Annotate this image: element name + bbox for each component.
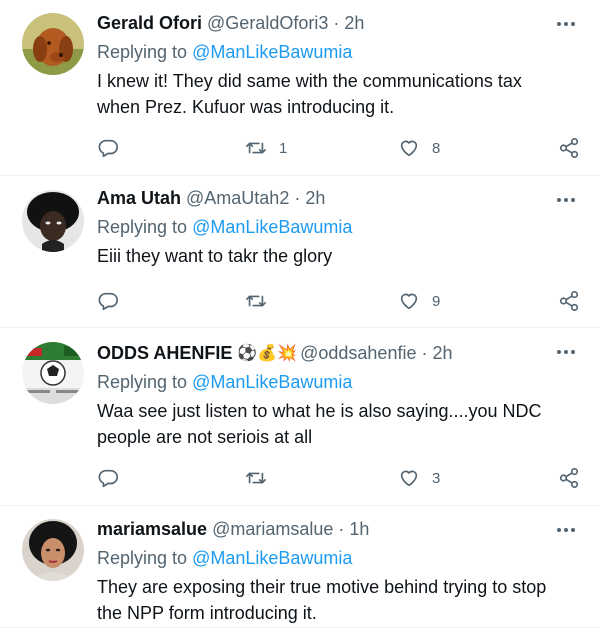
tweet-header: ODDS AHENFIE ⚽💰💥 @oddsahenfie · 2h bbox=[97, 342, 584, 364]
separator-dot: · bbox=[338, 518, 345, 539]
tweet[interactable]: mariamsalue @mariamsalue · 1h Replying t… bbox=[0, 506, 600, 628]
separator-dot: · bbox=[421, 342, 428, 363]
tweet-text: I knew it! They did same with the commun… bbox=[97, 68, 584, 120]
separator-dot: · bbox=[294, 187, 301, 208]
like-button[interactable]: 9 bbox=[398, 290, 440, 312]
share-button[interactable] bbox=[558, 290, 580, 312]
tweet-actions: 9 bbox=[97, 288, 580, 314]
tweet-actions: 3 bbox=[97, 465, 580, 491]
author-handle[interactable]: @GeraldOfori3 bbox=[207, 13, 328, 34]
author-name[interactable]: mariamsalue bbox=[97, 519, 207, 540]
more-options-icon[interactable] bbox=[554, 14, 578, 34]
tweet-text-line: They are exposing their true motive behi… bbox=[97, 577, 547, 597]
reply-button[interactable] bbox=[97, 467, 119, 489]
like-count: 9 bbox=[432, 292, 441, 310]
retweet-icon bbox=[246, 142, 266, 154]
author-name[interactable]: Gerald Ofori bbox=[97, 13, 202, 34]
tweet-text-line: the NPP form introducing it. bbox=[97, 603, 317, 623]
heart-icon bbox=[400, 293, 418, 310]
author-handle[interactable]: @mariamsalue bbox=[212, 519, 333, 540]
replying-prefix: Replying to bbox=[97, 217, 193, 237]
replying-to-link[interactable]: @ManLikeBawumia bbox=[192, 548, 352, 568]
retweet-button[interactable] bbox=[245, 467, 279, 489]
retweet-button[interactable]: 1 bbox=[245, 137, 287, 159]
retweet-button[interactable] bbox=[245, 290, 279, 312]
sports-betting-avatar[interactable] bbox=[22, 342, 84, 404]
replying-to-link[interactable]: @ManLikeBawumia bbox=[192, 42, 352, 62]
author-handle[interactable]: @oddsahenfie bbox=[300, 343, 416, 364]
tweet-header: Gerald Ofori @GeraldOfori3 · 2h bbox=[97, 12, 584, 34]
tweet-text-line: I knew it! They did same with the commun… bbox=[97, 71, 522, 91]
timestamp[interactable]: 2h bbox=[344, 13, 364, 34]
tweet-text: They are exposing their true motive behi… bbox=[97, 574, 584, 626]
like-button[interactable]: 3 bbox=[398, 467, 440, 489]
replying-prefix: Replying to bbox=[97, 42, 193, 62]
retweet-count: 1 bbox=[279, 139, 288, 157]
heart-icon bbox=[400, 470, 418, 487]
separator-dot: · bbox=[333, 12, 340, 33]
reply-icon bbox=[98, 139, 118, 158]
replying-to-link[interactable]: @ManLikeBawumia bbox=[192, 372, 352, 392]
heart-icon bbox=[400, 140, 418, 157]
reply-icon bbox=[98, 292, 118, 311]
tweet-text-line: Waa see just listen to what he is also s… bbox=[97, 401, 542, 421]
replying-prefix: Replying to bbox=[97, 548, 193, 568]
author-name[interactable]: ODDS AHENFIE bbox=[97, 343, 232, 364]
share-icon bbox=[559, 291, 579, 311]
author-handle[interactable]: @AmaUtah2 bbox=[186, 188, 289, 209]
retweet-icon bbox=[246, 295, 266, 307]
tweet-actions: 1 8 bbox=[97, 135, 580, 161]
replying-to: Replying to @ManLikeBawumia bbox=[97, 372, 584, 394]
share-button[interactable] bbox=[558, 467, 580, 489]
timestamp[interactable]: 2h bbox=[305, 188, 325, 209]
retweet-icon bbox=[246, 472, 266, 484]
more-options-icon[interactable] bbox=[554, 520, 578, 540]
more-options-icon[interactable] bbox=[554, 342, 578, 362]
timestamp[interactable]: 1h bbox=[349, 519, 369, 540]
replying-prefix: Replying to bbox=[97, 372, 193, 392]
author-name[interactable]: Ama Utah bbox=[97, 188, 181, 209]
share-button[interactable] bbox=[558, 137, 580, 159]
dog-avatar[interactable] bbox=[22, 13, 84, 75]
tweet-text: Eiii they want to takr the glory bbox=[97, 243, 584, 269]
share-icon bbox=[559, 138, 579, 158]
tweet-text: Waa see just listen to what he is also s… bbox=[97, 398, 584, 450]
person-avatar[interactable] bbox=[22, 190, 84, 252]
replying-to: Replying to @ManLikeBawumia bbox=[97, 217, 584, 239]
name-emojis: ⚽💰💥 bbox=[237, 345, 298, 362]
tweet-text-line: Eiii they want to takr the glory bbox=[97, 246, 333, 266]
like-count: 8 bbox=[432, 139, 441, 157]
tweet-text-line: people are not seriois at all bbox=[97, 427, 313, 447]
reply-button[interactable] bbox=[97, 137, 119, 159]
replying-to-link[interactable]: @ManLikeBawumia bbox=[192, 217, 352, 237]
reply-icon bbox=[98, 469, 118, 488]
replying-to: Replying to @ManLikeBawumia bbox=[97, 548, 584, 570]
timestamp[interactable]: 2h bbox=[432, 343, 452, 364]
like-button[interactable]: 8 bbox=[398, 137, 440, 159]
tweet-text-line: when Prez. Kufuor was introducing it. bbox=[97, 97, 395, 117]
woman-avatar[interactable] bbox=[22, 519, 84, 581]
reply-button[interactable] bbox=[97, 290, 119, 312]
tweet-header: mariamsalue @mariamsalue · 1h bbox=[97, 518, 584, 540]
tweet[interactable]: Gerald Ofori @GeraldOfori3 · 2h Replying… bbox=[0, 0, 600, 176]
share-icon bbox=[559, 468, 579, 488]
replying-to: Replying to @ManLikeBawumia bbox=[97, 42, 584, 64]
like-count: 3 bbox=[432, 469, 441, 487]
tweet-header: Ama Utah @AmaUtah2 · 2h bbox=[97, 187, 584, 209]
more-options-icon[interactable] bbox=[554, 190, 578, 210]
